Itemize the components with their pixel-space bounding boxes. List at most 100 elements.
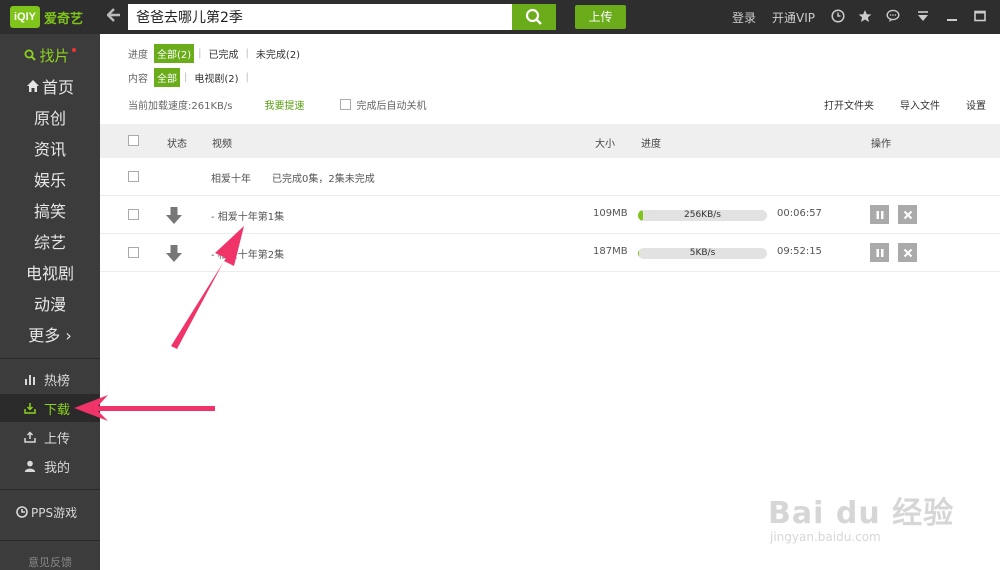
download-icon <box>22 402 38 414</box>
sidebar-divider <box>0 358 100 359</box>
search-button[interactable] <box>512 4 556 30</box>
new-indicator-dot <box>71 48 76 52</box>
settings-link[interactable]: 设置 <box>966 97 986 112</box>
sidebar-item-label: 上传 <box>44 431 71 447</box>
watermark-url: jingyan.baidu.com <box>770 530 881 544</box>
filter-content-tv[interactable]: 电视剧(2) <box>191 68 241 87</box>
sidebar-item-tv-series[interactable]: 电视剧 <box>0 257 100 287</box>
filter-progress-all[interactable]: 全部(2) <box>154 43 195 63</box>
favorite-star-icon[interactable] <box>857 8 873 24</box>
column-header-action: 操作 <box>871 139 891 150</box>
row-checkbox[interactable] <box>128 209 139 220</box>
sidebar-item-label: 我的 <box>44 460 71 476</box>
sidebar-item-home[interactable]: 首页 <box>0 71 100 101</box>
column-header-status: 状态 <box>167 139 187 150</box>
feedback-link[interactable]: 意见反馈 <box>0 554 100 570</box>
open-folder-link[interactable]: 打开文件夹 <box>824 97 874 112</box>
maximize-icon[interactable] <box>972 8 988 24</box>
filter-progress-incomplete[interactable]: 未完成(2) <box>253 44 303 63</box>
sidebar-divider <box>0 540 100 541</box>
top-bar: iQIY 爱奇艺 上传 登录 开通VIP <box>0 0 1000 34</box>
divider: | <box>198 47 202 59</box>
history-clock-icon[interactable] <box>830 8 846 24</box>
sidebar-item-find[interactable]: 找片 <box>0 40 100 70</box>
auto-shutdown-option[interactable]: 完成后自动关机 <box>340 97 426 112</box>
vip-link[interactable]: 开通VIP <box>772 9 815 26</box>
sidebar-item-mine[interactable]: 我的 <box>0 452 100 480</box>
group-summary: 已完成0集，2集未完成 <box>272 174 375 185</box>
time-remaining: 00:06:57 <box>777 208 822 219</box>
sidebar-item-variety[interactable]: 综艺 <box>0 226 100 256</box>
watermark-main: Bai du 经验 <box>768 496 955 531</box>
upload-button[interactable]: 上传 <box>575 5 626 29</box>
group-title: 相爱十年 <box>211 174 251 185</box>
pause-button[interactable] <box>870 205 889 224</box>
home-icon <box>26 80 39 92</box>
sidebar-item-entertainment[interactable]: 娱乐 <box>0 164 100 194</box>
content-filter-label: 内容 <box>128 73 148 85</box>
delete-button[interactable] <box>898 205 917 224</box>
sidebar-item-pps-games[interactable]: PPS游戏 <box>0 500 100 524</box>
select-all-checkbox[interactable] <box>128 135 139 146</box>
sidebar-item-upload[interactable]: 上传 <box>0 423 100 451</box>
download-filters: 进度 全部(2) | 已完成 | 未完成(2) 内容 全部 | 电视剧(2) |… <box>100 34 1000 124</box>
back-arrow-icon[interactable] <box>104 7 124 27</box>
file-size: 109MB <box>593 208 628 219</box>
download-speed: 256KB/s <box>684 210 721 220</box>
filter-progress-completed[interactable]: 已完成 <box>206 44 242 63</box>
row-checkbox[interactable] <box>128 171 139 182</box>
table-row[interactable]: - 相爱十年第1集 109MB 256KB/s 00:06:57 <box>100 196 1000 234</box>
sidebar-item-more[interactable]: 更多 › <box>0 319 100 349</box>
divider: | <box>184 71 188 83</box>
sidebar-item-funny[interactable]: 搞笑 <box>0 195 100 225</box>
user-icon <box>22 460 38 472</box>
search-icon <box>24 49 37 61</box>
pps-logo-icon <box>16 506 28 518</box>
logo-text: 爱奇艺 <box>44 11 84 27</box>
progress-filter: 进度 全部(2) | 已完成 | 未完成(2) <box>128 43 303 63</box>
progress-filter-label: 进度 <box>128 49 148 61</box>
sidebar-item-label: PPS游戏 <box>31 505 78 520</box>
table-row-group[interactable]: 相爱十年 已完成0集，2集未完成 <box>100 158 1000 196</box>
sidebar-item-label: 找片 <box>39 46 70 65</box>
app-logo[interactable]: iQIY 爱奇艺 <box>10 4 83 30</box>
video-title[interactable]: - 相爱十年第2集 <box>211 246 284 261</box>
file-size: 187MB <box>593 246 628 257</box>
auto-shutdown-checkbox[interactable] <box>340 99 352 110</box>
pause-icon <box>876 248 883 257</box>
sidebar-item-download[interactable]: 下载 <box>0 394 100 422</box>
column-header-video: 视频 <box>212 139 232 150</box>
progress-bar: 256KB/s <box>638 210 767 221</box>
message-bubble-icon[interactable] <box>885 8 901 24</box>
accelerate-link[interactable]: 我要提速 <box>264 97 304 112</box>
filter-content-all[interactable]: 全部 <box>154 67 180 87</box>
sidebar-item-news[interactable]: 资讯 <box>0 133 100 163</box>
import-file-link[interactable]: 导入文件 <box>900 97 940 112</box>
table-row[interactable]: - 相爱十年第2集 187MB 5KB/s 09:52:15 <box>100 234 1000 272</box>
chart-bars-icon <box>22 373 38 385</box>
row-checkbox[interactable] <box>128 247 139 258</box>
minimize-icon[interactable] <box>944 8 960 24</box>
menu-dropdown-icon[interactable] <box>915 8 931 24</box>
sidebar-item-label: 下载 <box>44 402 71 418</box>
sidebar-item-hot-chart[interactable]: 热榜 <box>0 365 100 393</box>
search-input[interactable] <box>128 4 512 30</box>
login-link[interactable]: 登录 <box>732 9 756 26</box>
column-header-size: 大小 <box>595 139 615 150</box>
sidebar-item-label: 热榜 <box>44 373 71 389</box>
iqiyi-client-window: iQIY 爱奇艺 上传 登录 开通VIP <box>0 0 1000 570</box>
close-icon <box>903 248 912 257</box>
sidebar-item-original[interactable]: 原创 <box>0 102 100 132</box>
divider: | <box>245 71 249 83</box>
download-arrow-icon <box>166 207 182 224</box>
close-icon <box>903 210 912 219</box>
download-arrow-icon <box>166 245 182 262</box>
pause-button[interactable] <box>870 243 889 262</box>
sidebar-item-anime[interactable]: 动漫 <box>0 288 100 318</box>
baidu-jingyan-watermark: Bai du 经验 jingyan.baidu.com <box>768 488 954 544</box>
upload-icon <box>22 431 38 443</box>
delete-button[interactable] <box>898 243 917 262</box>
speed-row: 当前加载速度:261KB/s 我要提速 完成后自动关机 <box>128 97 426 112</box>
logo-mark: iQIY <box>10 6 40 28</box>
video-title[interactable]: - 相爱十年第1集 <box>211 208 284 223</box>
